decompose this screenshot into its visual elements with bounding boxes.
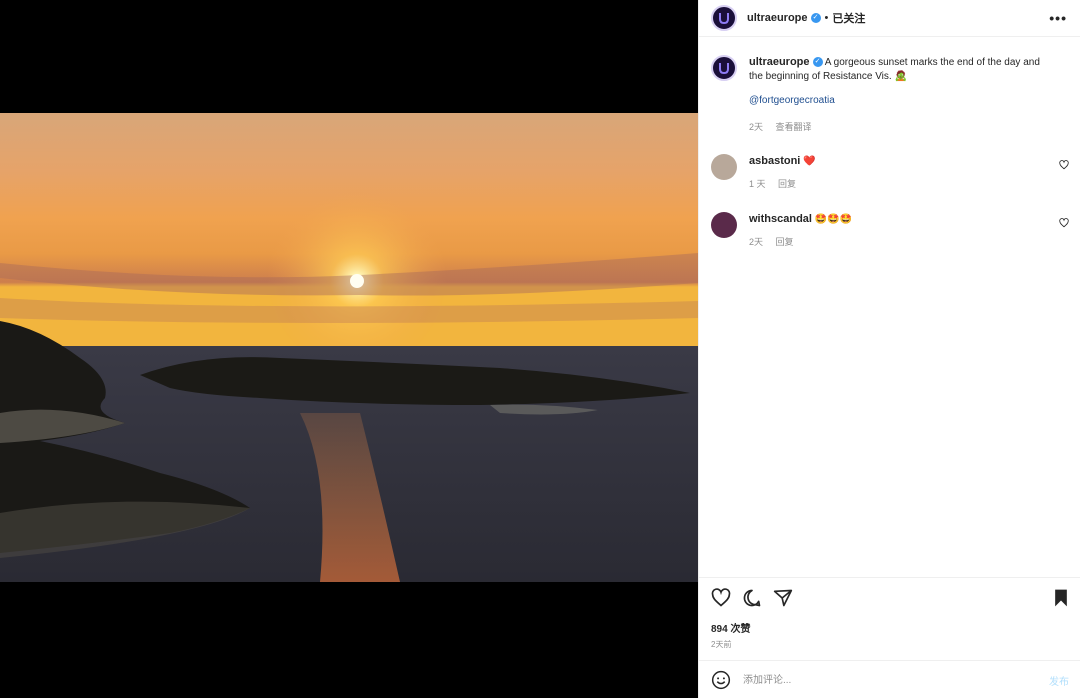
post-media[interactable] — [0, 0, 698, 698]
comment-text: ❤️ — [803, 156, 816, 167]
commenter-avatar[interactable] — [711, 212, 737, 238]
header-username[interactable]: ultraeurope — [747, 12, 808, 24]
follow-button[interactable]: 已关注 — [832, 10, 865, 26]
see-translation-button[interactable]: 查看翻译 — [776, 122, 812, 132]
comment-item: withscandal 🤩🤩🤩 2天 回复 — [711, 212, 1071, 249]
share-icon[interactable] — [773, 588, 793, 608]
commenter-avatar[interactable] — [711, 154, 737, 180]
caption-body: ultraeurope ✓ A gorgeous sunset marks the… — [749, 55, 1049, 134]
comment-meta: 2天 回复 — [749, 235, 1049, 249]
post-actions: 894 次赞 2天前 — [699, 577, 1080, 649]
avatar[interactable] — [711, 55, 737, 81]
ultra-logo-icon — [719, 63, 729, 74]
heart-icon[interactable] — [1059, 160, 1069, 170]
avatar[interactable] — [711, 5, 737, 31]
comment-composer: 发布 — [699, 660, 1080, 699]
post-timestamp: 2天前 — [711, 640, 732, 649]
likes-count[interactable]: 894 次赞 — [711, 620, 750, 635]
comment-input[interactable] — [741, 673, 1025, 687]
reply-button[interactable]: 回复 — [778, 179, 796, 189]
post-header: ultraeurope ✓ • 已关注 ••• — [699, 0, 1080, 37]
verified-badge-icon: ✓ — [810, 13, 821, 23]
comment-body: withscandal 🤩🤩🤩 2天 回复 — [749, 212, 1049, 249]
comment-meta: 1 天 回复 — [749, 177, 1049, 191]
comment-username[interactable]: withscandal — [749, 213, 812, 225]
reply-button[interactable]: 回复 — [776, 237, 794, 247]
comment-body: asbastoni ❤️ 1 天 回复 — [749, 154, 1049, 191]
comment-time: 2天 — [749, 237, 764, 247]
separator-dot: • — [824, 12, 829, 24]
bookmark-icon[interactable] — [1051, 588, 1071, 608]
verified-badge-icon: ✓ — [812, 57, 823, 68]
comment-text: 🤩🤩🤩 — [814, 214, 853, 225]
comment-icon[interactable] — [742, 588, 762, 608]
heart-icon[interactable] — [711, 588, 731, 608]
caption-time: 2天 — [749, 122, 764, 132]
emoji-icon[interactable] — [711, 670, 731, 690]
comment-time: 1 天 — [749, 179, 766, 189]
post-viewer: ultraeurope ✓ • 已关注 ••• ultraeurope ✓ A g… — [0, 0, 1080, 698]
caption-username[interactable]: ultraeurope — [749, 56, 810, 68]
comments-list[interactable]: ultraeurope ✓ A gorgeous sunset marks the… — [699, 37, 1080, 577]
more-icon[interactable]: ••• — [1049, 10, 1067, 26]
post-comment-button[interactable]: 发布 — [1049, 673, 1069, 688]
action-icons — [711, 588, 793, 608]
post-side-panel: ultraeurope ✓ • 已关注 ••• ultraeurope ✓ A g… — [698, 0, 1080, 698]
ultra-logo-icon — [719, 13, 729, 24]
comment-username[interactable]: asbastoni — [749, 155, 800, 167]
comment-item: asbastoni ❤️ 1 天 回复 — [711, 154, 1071, 191]
caption-item: ultraeurope ✓ A gorgeous sunset marks the… — [711, 55, 1071, 134]
heart-icon[interactable] — [1059, 218, 1069, 228]
mention-link[interactable]: @fortgeorgecroatia — [749, 94, 1049, 108]
caption-meta: 2天 查看翻译 — [749, 120, 1049, 134]
sunset-photo — [0, 113, 698, 582]
